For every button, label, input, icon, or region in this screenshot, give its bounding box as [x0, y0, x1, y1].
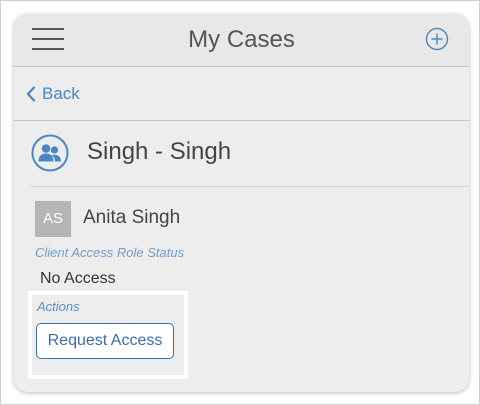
app-panel: My Cases Back Singh - Singh AS Anita Sin… [14, 14, 469, 392]
back-label: Back [42, 84, 80, 103]
case-header: Singh - Singh [30, 121, 469, 187]
hamburger-menu-icon[interactable] [32, 28, 64, 50]
role-status-value: No Access [40, 270, 116, 287]
chevron-left-icon [26, 86, 36, 102]
back-button[interactable]: Back [26, 82, 80, 106]
user-group-icon [31, 134, 69, 172]
back-bar: Back [14, 67, 469, 121]
plus-circle-icon [425, 27, 449, 51]
avatar: AS [35, 201, 71, 237]
actions-label: Actions [37, 299, 80, 314]
screenshot-frame: My Cases Back Singh - Singh AS Anita Sin… [0, 0, 480, 405]
top-bar: My Cases [14, 14, 469, 67]
page-title: My Cases [188, 26, 295, 53]
client-name: Anita Singh [83, 207, 181, 228]
role-status-label: Client Access Role Status [35, 245, 185, 260]
request-access-button[interactable]: Request Access [36, 323, 174, 359]
add-case-button[interactable] [425, 27, 449, 51]
actions-panel: Actions Request Access [28, 291, 188, 379]
case-title: Singh - Singh [87, 138, 232, 165]
